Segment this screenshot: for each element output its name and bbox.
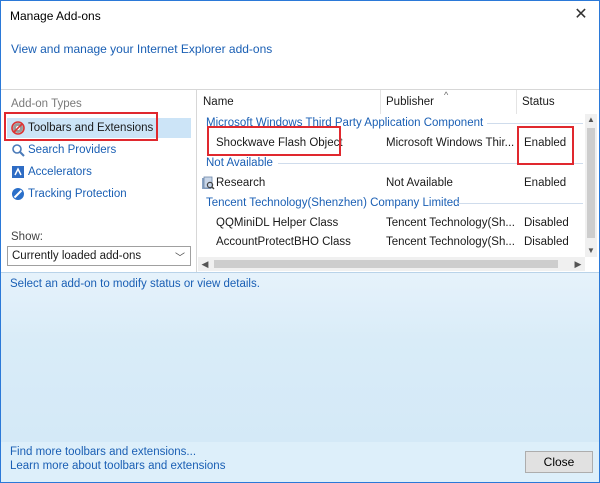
find-more-link[interactable]: Find more toolbars and extensions...: [10, 446, 196, 458]
window-title: Manage Add-ons: [10, 9, 101, 23]
addon-name: QQMiniDL Helper Class: [216, 216, 339, 229]
addon-publisher: Microsoft Windows Thir...: [386, 136, 515, 149]
group-header: Not Available: [198, 154, 585, 171]
details-pane: Select an add-on to modify status or vie…: [1, 272, 599, 442]
gear-blocked-icon: [11, 121, 25, 135]
group-divider: [278, 163, 583, 164]
addon-status: Disabled: [524, 235, 569, 248]
scroll-left-icon[interactable]: ◀: [198, 257, 212, 271]
close-button[interactable]: Close: [525, 451, 593, 473]
vertical-scroll-thumb[interactable]: [587, 128, 595, 238]
column-header-status[interactable]: Status: [517, 90, 585, 114]
addon-types-label: Add-on Types: [11, 98, 82, 110]
sidebar-item-label: Search Providers: [28, 144, 117, 156]
horizontal-scroll-thumb[interactable]: [214, 260, 558, 268]
horizontal-scrollbar[interactable]: ◀ ▶: [198, 257, 585, 271]
addon-types-pane: Add-on Types Toolbars and Extensions Sea…: [1, 90, 197, 273]
title-bar: Manage Add-ons ✕: [1, 1, 599, 31]
sidebar-item-search-providers[interactable]: Search Providers: [7, 140, 191, 160]
addon-status: Enabled: [524, 176, 567, 189]
addon-status: Enabled: [524, 136, 567, 149]
scroll-right-icon[interactable]: ▶: [571, 257, 585, 271]
research-icon: [201, 173, 215, 192]
details-message: Select an add-on to modify status or vie…: [10, 278, 260, 290]
addons-panel: Add-on Types Toolbars and Extensions Sea…: [1, 89, 599, 273]
sidebar-item-tracking-protection[interactable]: Tracking Protection: [7, 184, 191, 204]
sidebar-item-label: Tracking Protection: [28, 188, 127, 200]
addon-publisher: Tencent Technology(Sh...: [386, 235, 515, 248]
vertical-scrollbar[interactable]: ▲ ▼: [585, 114, 597, 257]
addon-name: AccountProtectBHO Class: [216, 235, 351, 248]
sidebar-item-label: Accelerators: [28, 166, 92, 178]
tracking-protection-icon: [11, 187, 25, 201]
close-window-icon[interactable]: ✕: [571, 5, 591, 25]
show-filter-select[interactable]: Currently loaded add-ons ﹀: [7, 246, 191, 266]
group-header: Microsoft Windows Third Party Applicatio…: [198, 114, 585, 131]
accelerator-icon: [11, 165, 25, 179]
addon-publisher: Tencent Technology(Sh...: [386, 216, 515, 229]
addon-name: Shockwave Flash Object: [216, 136, 343, 149]
footer: Find more toolbars and extensions... Lea…: [1, 442, 599, 482]
group-name: Not Available: [206, 156, 273, 169]
column-header-publisher[interactable]: Publisher: [381, 90, 517, 114]
table-row[interactable]: Shockwave Flash Object Microsoft Windows…: [198, 133, 588, 152]
manage-addons-window: Manage Add-ons ✕ View and manage your In…: [0, 0, 600, 483]
sidebar-item-label: Toolbars and Extensions: [28, 122, 154, 134]
sidebar-item-toolbars-extensions[interactable]: Toolbars and Extensions: [7, 118, 191, 138]
addon-publisher: Not Available: [386, 176, 453, 189]
scroll-up-icon[interactable]: ▲: [585, 114, 597, 126]
group-divider: [457, 203, 583, 204]
group-name: Microsoft Windows Third Party Applicatio…: [206, 116, 484, 129]
table-row[interactable]: QQMiniDL Helper Class Tencent Technology…: [198, 213, 588, 232]
show-filter-value: Currently loaded add-ons: [12, 250, 142, 262]
scroll-down-icon[interactable]: ▼: [585, 245, 597, 257]
group-name: Tencent Technology(Shenzhen) Company Lim…: [206, 196, 460, 209]
sort-ascending-icon: ^: [444, 90, 449, 100]
addon-status: Disabled: [524, 216, 569, 229]
sidebar-item-accelerators[interactable]: Accelerators: [7, 162, 191, 182]
group-divider: [487, 123, 583, 124]
header-description: View and manage your Internet Explorer a…: [11, 42, 273, 56]
search-icon: [11, 143, 25, 157]
learn-more-link[interactable]: Learn more about toolbars and extensions: [10, 460, 225, 472]
show-label: Show:: [11, 231, 43, 243]
table-row[interactable]: Research Not Available Enabled: [198, 173, 588, 192]
column-header-name[interactable]: Name: [198, 90, 381, 114]
group-header: Tencent Technology(Shenzhen) Company Lim…: [198, 194, 585, 211]
addons-list: Name Publisher Status ^ Microsoft Window…: [198, 90, 599, 273]
table-row[interactable]: AccountProtectBHO Class Tencent Technolo…: [198, 232, 588, 251]
addon-name: Research: [216, 176, 266, 189]
chevron-down-icon: ﹀: [175, 253, 185, 264]
